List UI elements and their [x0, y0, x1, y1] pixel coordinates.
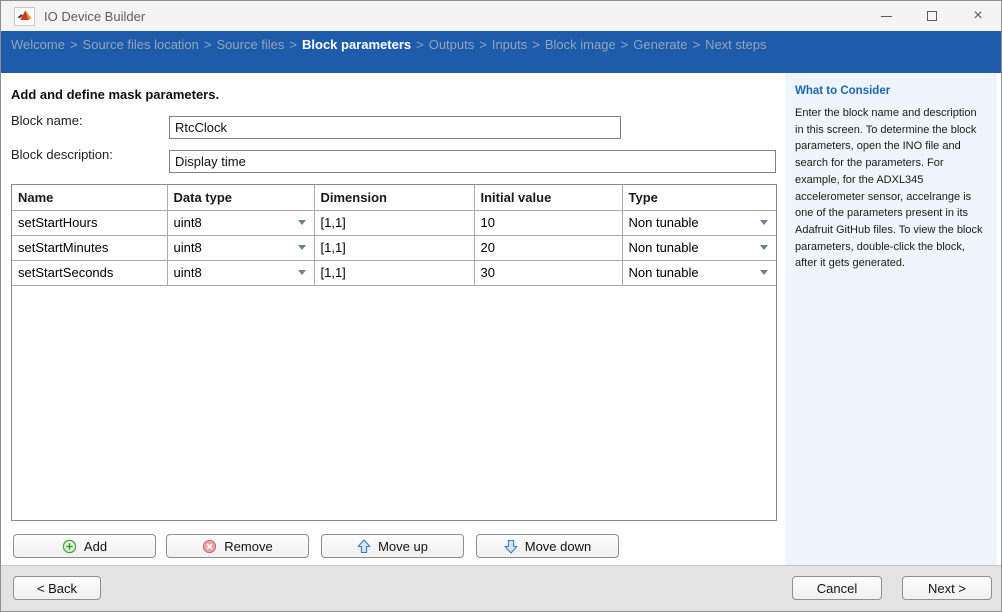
cell-data-type-dropdown[interactable]: uint8 [167, 235, 314, 260]
column-header-type: Type [622, 185, 776, 210]
step-separator: > [532, 37, 540, 52]
step-separator: > [204, 37, 212, 52]
chevron-down-icon [760, 220, 768, 225]
step-separator: > [479, 37, 487, 52]
step-source-files-location: Source files location [83, 37, 199, 52]
column-header-dimension: Dimension [314, 185, 474, 210]
footer-bar: < Back Cancel Next > [1, 565, 1001, 611]
cell-initial-value[interactable]: 30 [474, 260, 622, 285]
add-icon [62, 539, 77, 554]
step-block-parameters-current: Block parameters [302, 37, 411, 52]
add-button[interactable]: Add [13, 534, 156, 558]
table-row: setStartSeconds uint8 [1,1] 30 Non tunab… [12, 260, 776, 285]
step-generate: Generate [633, 37, 687, 52]
step-separator: > [692, 37, 700, 52]
arrow-up-icon [357, 539, 371, 554]
cell-initial-value[interactable]: 20 [474, 235, 622, 260]
cell-name[interactable]: setStartHours [12, 210, 167, 235]
column-header-data-type: Data type [167, 185, 314, 210]
chevron-down-icon [298, 270, 306, 275]
main-content: Add and define mask parameters. Block na… [1, 73, 785, 565]
page-title: Add and define mask parameters. [11, 87, 219, 102]
step-separator: > [416, 37, 424, 52]
remove-icon [202, 539, 217, 554]
column-header-name: Name [12, 185, 167, 210]
move-down-button[interactable]: Move down [476, 534, 619, 558]
close-icon[interactable]: × [955, 1, 1001, 31]
wizard-steps-bar: Welcome > Source files location > Source fil… [1, 31, 1001, 73]
cell-data-type-dropdown[interactable]: uint8 [167, 260, 314, 285]
cell-type-dropdown[interactable]: Non tunable [622, 210, 776, 235]
cell-name[interactable]: setStartSeconds [12, 260, 167, 285]
io-device-builder-window: IO Device Builder × Welcome > Source files… [0, 0, 1002, 612]
block-name-label: Block name: [11, 113, 83, 128]
sidebar-title: What to Consider [795, 85, 988, 97]
next-button[interactable]: Next > [902, 576, 992, 600]
block-description-label: Block description: [11, 147, 113, 162]
matlab-logo-icon [14, 7, 35, 26]
table-row: setStartMinutes uint8 [1,1] 20 Non tunab… [12, 235, 776, 260]
block-name-input[interactable] [169, 116, 621, 139]
cell-dimension[interactable]: [1,1] [314, 260, 474, 285]
step-separator: > [70, 37, 78, 52]
cell-dimension[interactable]: [1,1] [314, 210, 474, 235]
arrow-down-icon [504, 539, 518, 554]
cell-dimension[interactable]: [1,1] [314, 235, 474, 260]
chevron-down-icon [760, 270, 768, 275]
step-separator: > [289, 37, 297, 52]
step-source-files: Source files [216, 37, 284, 52]
step-next-steps: Next steps [705, 37, 766, 52]
remove-button[interactable]: Remove [166, 534, 309, 558]
step-separator: > [621, 37, 629, 52]
sidebar-help-text: Enter the block name and description in … [795, 105, 988, 272]
maximize-icon[interactable] [909, 1, 955, 31]
cell-name[interactable]: setStartMinutes [12, 235, 167, 260]
column-header-initial-value: Initial value [474, 185, 622, 210]
move-up-button[interactable]: Move up [321, 534, 464, 558]
step-block-image: Block image [545, 37, 616, 52]
what-to-consider-panel: What to Consider Enter the block name an… [785, 73, 997, 565]
cancel-button[interactable]: Cancel [792, 576, 882, 600]
cell-initial-value[interactable]: 10 [474, 210, 622, 235]
minimize-icon[interactable] [863, 1, 909, 31]
table-row: setStartHours uint8 [1,1] 10 Non tunable [12, 210, 776, 235]
chevron-down-icon [760, 245, 768, 250]
window-title: IO Device Builder [44, 9, 145, 24]
cell-type-dropdown[interactable]: Non tunable [622, 235, 776, 260]
window-controls: × [863, 1, 1001, 31]
step-inputs: Inputs [492, 37, 527, 52]
chevron-down-icon [298, 220, 306, 225]
step-welcome: Welcome [11, 37, 65, 52]
chevron-down-icon [298, 245, 306, 250]
titlebar: IO Device Builder × [1, 1, 1001, 31]
parameters-table: Name Data type Dimension Initial value T… [11, 184, 777, 521]
block-description-input[interactable] [169, 150, 776, 173]
cell-type-dropdown[interactable]: Non tunable [622, 260, 776, 285]
back-button[interactable]: < Back [13, 576, 101, 600]
step-outputs: Outputs [429, 37, 475, 52]
cell-data-type-dropdown[interactable]: uint8 [167, 210, 314, 235]
table-header-row: Name Data type Dimension Initial value T… [12, 185, 776, 210]
